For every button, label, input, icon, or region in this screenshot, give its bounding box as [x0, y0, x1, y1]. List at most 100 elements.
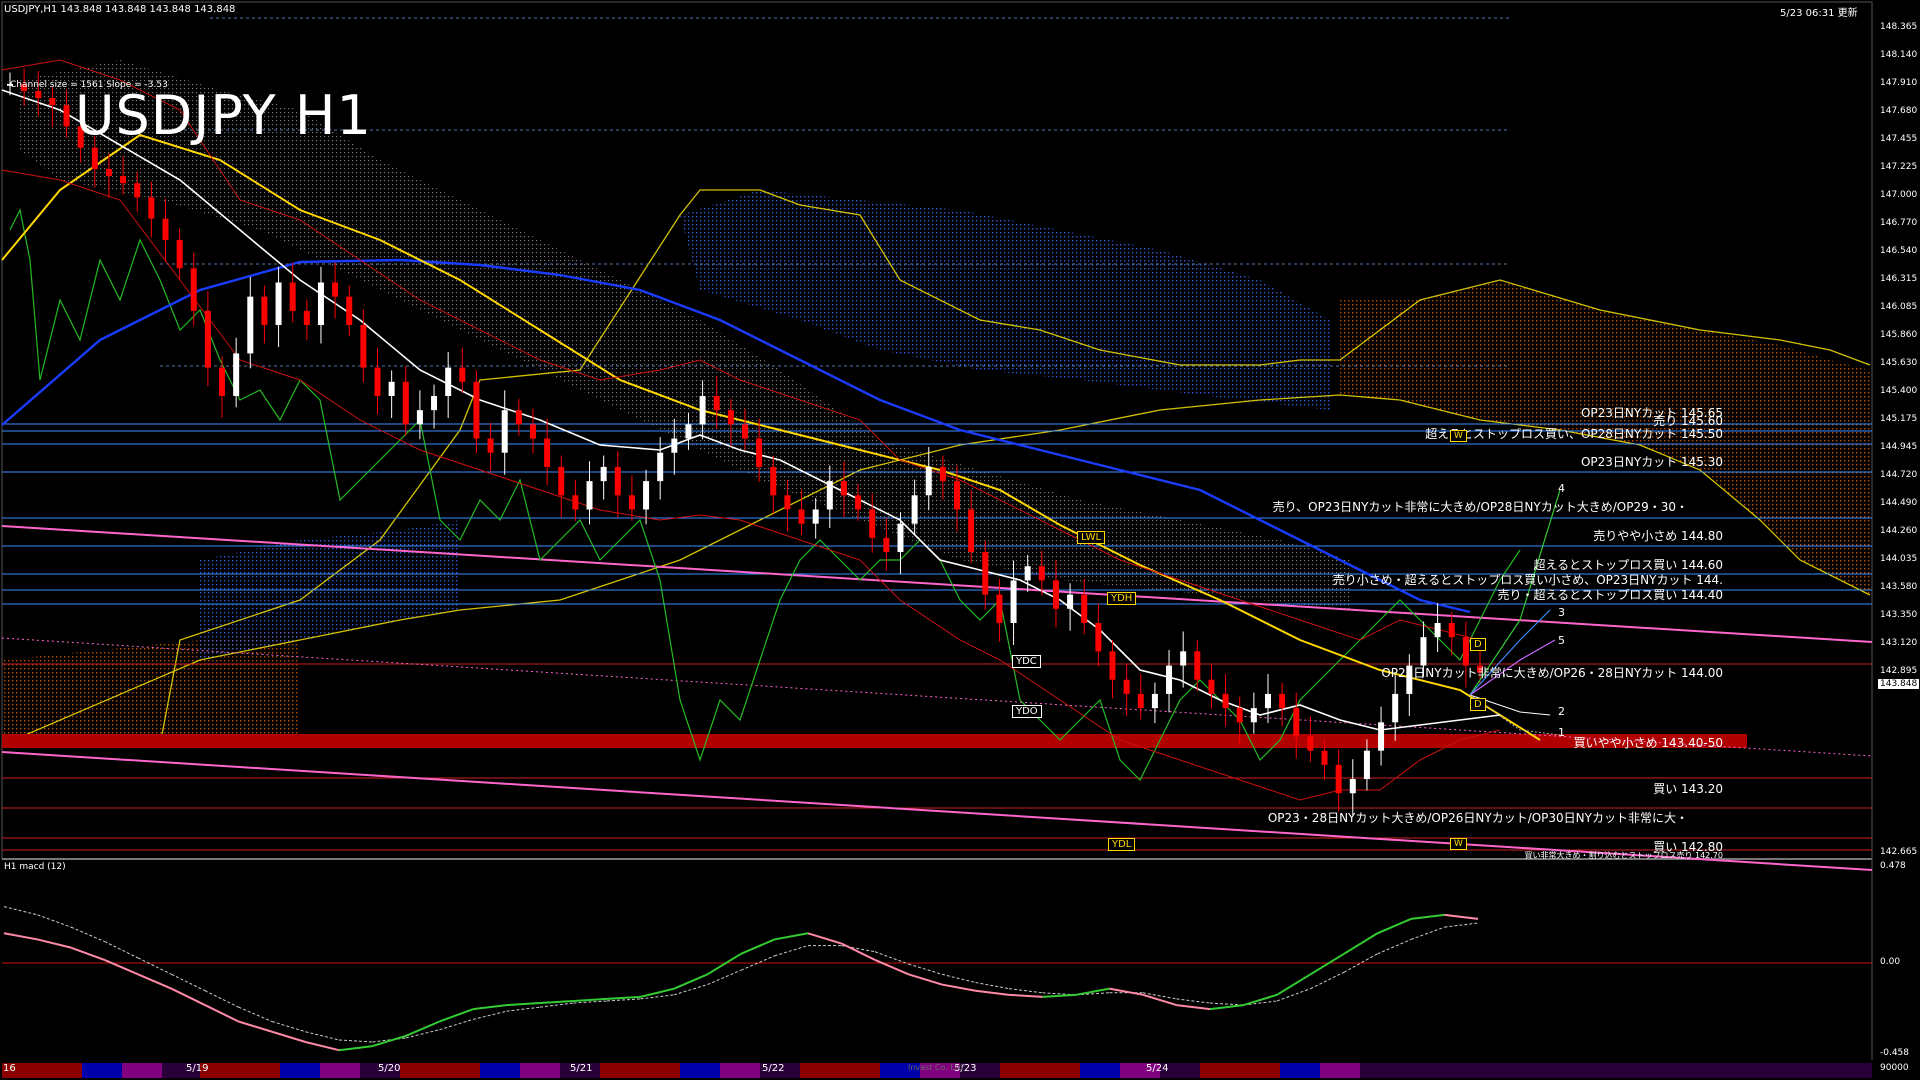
- macd-line-segment: [37, 938, 72, 949]
- macd-signal-segment: [774, 945, 809, 957]
- candle-body: [261, 296, 268, 326]
- macd-line-segment: [1142, 993, 1177, 1007]
- candle-body: [756, 438, 763, 467]
- macd-line-segment: [1343, 932, 1379, 955]
- macd-signal-segment: [1276, 988, 1311, 1002]
- candle-body: [840, 481, 847, 496]
- candle-body: [1363, 750, 1370, 780]
- candle-body: [374, 367, 381, 396]
- price-scale-label: 142.665: [1880, 847, 1918, 857]
- macd-line-segment: [171, 987, 206, 1006]
- macd-signal-segment: [941, 973, 976, 983]
- candle-body: [1236, 708, 1243, 723]
- candle-body: [1462, 637, 1469, 666]
- candle-body: [247, 296, 254, 354]
- macd-scale-zero: 0.00: [1880, 957, 1901, 967]
- macd-line-segment: [539, 999, 574, 1005]
- candle-body: [1264, 693, 1271, 709]
- macd-signal-segment: [70, 926, 105, 942]
- tag-daily-high: D: [1470, 638, 1486, 651]
- macd-line-segment: [271, 1030, 306, 1043]
- candle-body: [1293, 708, 1300, 737]
- candle-body: [671, 438, 678, 453]
- macd-line-segment: [573, 997, 608, 1002]
- candle-body: [1335, 764, 1342, 794]
- price-scale-label: 146.085: [1880, 302, 1918, 312]
- candle-body: [1434, 622, 1441, 638]
- macd-line-segment: [1042, 993, 1077, 998]
- candle-body: [996, 594, 1003, 623]
- candle-body: [1222, 693, 1229, 709]
- candle-body: [1321, 750, 1328, 765]
- candle-body: [332, 282, 339, 297]
- date-label-0522: 5/22: [762, 1063, 785, 1074]
- candle-body: [416, 410, 423, 425]
- macd-signal-segment: [908, 963, 943, 975]
- candle-body: [360, 325, 367, 368]
- macd-signal-segment: [1310, 971, 1345, 990]
- macd-line-segment: [606, 995, 641, 1000]
- candle-body: [770, 466, 777, 496]
- macd-line-segment: [3, 932, 38, 941]
- candle-body: [727, 410, 734, 425]
- price-scale-label: 144.490: [1880, 498, 1918, 508]
- current-price-box: 143.848: [1878, 679, 1920, 689]
- candle-body: [798, 509, 805, 524]
- candle-body: [600, 466, 607, 482]
- macd-line-segment: [1377, 918, 1412, 935]
- candle-body: [275, 282, 282, 326]
- price-scale-label: 146.540: [1880, 246, 1918, 256]
- candle-body: [445, 367, 452, 396]
- candle-body: [883, 537, 890, 553]
- candle-body: [501, 410, 508, 453]
- candle-body: [784, 495, 791, 510]
- candle-body: [105, 168, 112, 177]
- candle-body: [1279, 693, 1286, 709]
- chart-title: USDJPY H1: [75, 84, 372, 147]
- candle-body: [1378, 722, 1385, 751]
- price-scale-label: 147.680: [1880, 106, 1918, 116]
- order-label-sell-stop-144-40: 売り・超えるとストップロス買い 144.40: [1497, 588, 1723, 602]
- candle-body: [1095, 622, 1102, 652]
- macd-signal-segment: [104, 941, 139, 959]
- candle-body: [346, 296, 353, 326]
- candle-body: [204, 310, 211, 368]
- candle-body: [1448, 622, 1455, 638]
- macd-signal-segment: [204, 990, 239, 1008]
- price-scale-label: 147.000: [1880, 190, 1918, 200]
- tag-ydl: YDL: [1108, 838, 1136, 851]
- macd-signal-segment: [1444, 922, 1479, 928]
- candle-body: [233, 353, 240, 396]
- candle-body: [1166, 665, 1173, 694]
- candle-body: [1349, 779, 1356, 794]
- date-label-0519: 5/19: [186, 1063, 209, 1074]
- candle-body: [968, 509, 975, 553]
- candle-body: [897, 523, 904, 553]
- tag-weekly-high: W: [1450, 430, 1467, 442]
- macd-line-segment: [706, 952, 742, 976]
- macd-signal-segment: [37, 914, 72, 928]
- buy-zone-band: [2, 734, 1747, 748]
- candle-body: [35, 90, 42, 99]
- macd-line-segment: [1410, 913, 1445, 920]
- macd-line-segment: [908, 973, 943, 986]
- macd-signal-segment: [1008, 988, 1043, 994]
- macd-line-segment: [975, 989, 1010, 996]
- price-scale-label: 148.365: [1880, 22, 1918, 32]
- candle-body: [855, 495, 862, 510]
- candle-body: [544, 438, 551, 467]
- macd-line-segment: [305, 1041, 340, 1052]
- macd-scale-bottom: -0.458: [1880, 1048, 1910, 1058]
- price-scale-label: 145.860: [1880, 330, 1918, 340]
- macd-signal-segment: [472, 1010, 507, 1020]
- date-label-0524: 5/24: [1146, 1063, 1169, 1074]
- macd-signal-segment: [1176, 998, 1211, 1004]
- price-scale-label: 143.350: [1880, 610, 1918, 620]
- order-label-buy-143-40: 買いやや小さめ 143.40-50: [1573, 736, 1723, 750]
- macd-signal-segment: [1377, 938, 1412, 955]
- candle-body: [388, 381, 395, 396]
- order-label-buy-142-70: 買い非常大きめ・割り込むとストップロス売り 142.70: [1524, 851, 1723, 859]
- date-label-0521: 5/21: [570, 1063, 593, 1074]
- macd-line-segment: [137, 973, 172, 990]
- symbol-info: USDJPY,H1 143.848 143.848 143.848 143.84…: [4, 4, 236, 15]
